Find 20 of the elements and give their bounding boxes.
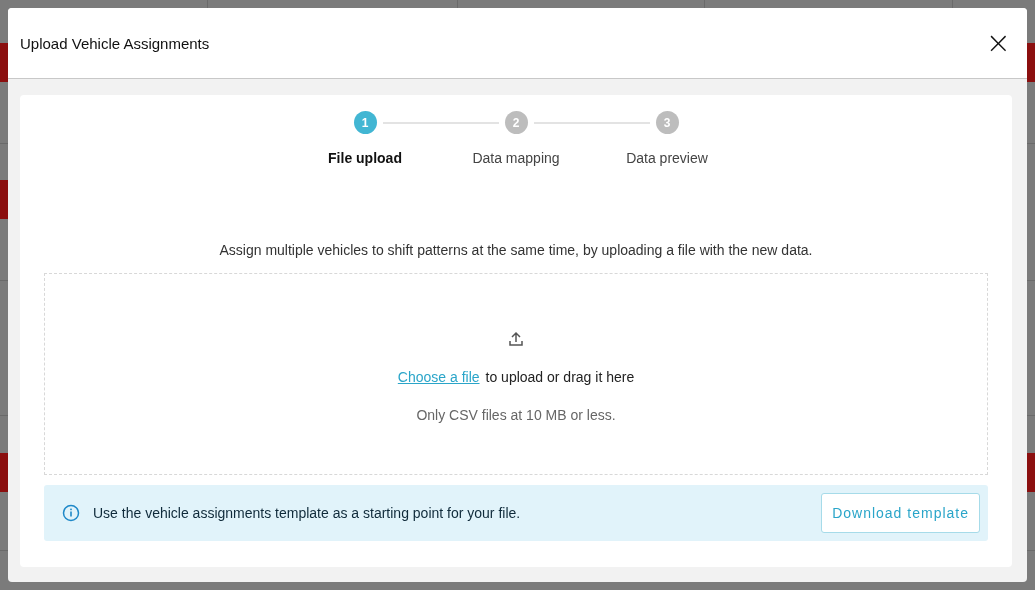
step-label: Data preview: [626, 150, 708, 166]
event-chip: [1027, 453, 1035, 492]
drop-text: to upload or drag it here: [485, 369, 635, 385]
step-number: 3: [655, 111, 679, 134]
step-label: Data mapping: [472, 150, 560, 166]
upload-icon: [508, 331, 524, 347]
dialog-title: Upload Vehicle Assignments: [20, 34, 210, 52]
file-hint: Only CSV files at 10 MB or less.: [416, 407, 616, 423]
info-text: Use the vehicle assignments template as a starting point for your file.: [93, 505, 522, 521]
event-chip: [1027, 43, 1035, 82]
close-button[interactable]: ×: [981, 28, 1015, 58]
event-chip: [0, 43, 8, 82]
event-chip: [0, 453, 8, 492]
intro-text: Assign multiple vehicles to shift patterns at the same time, by uploading a file with the new data.: [218, 242, 814, 258]
drop-zone[interactable]: Choose a file to upload or drag it here Only CSV files at 10 MB or less.: [44, 273, 988, 475]
step-number: 1: [353, 111, 377, 134]
step-number: 2: [504, 111, 528, 134]
step-label: File upload: [328, 150, 402, 166]
info-icon: [62, 504, 80, 522]
event-chip: [0, 180, 8, 219]
